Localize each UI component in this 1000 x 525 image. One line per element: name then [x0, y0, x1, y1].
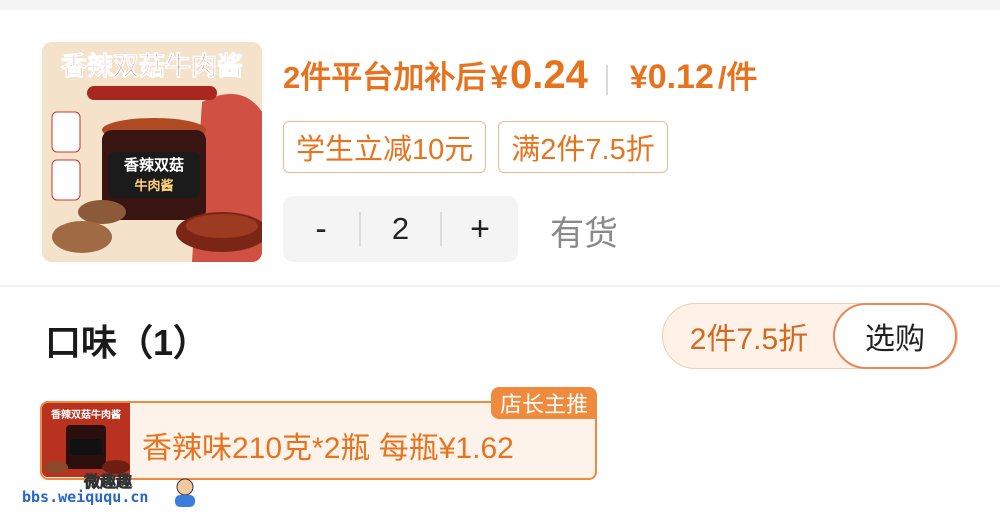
product-jar-icon: 香辣双菇牛肉酱 香辣双菇 牛肉酱	[42, 42, 262, 262]
flavor-section-title: 口味（1）	[45, 322, 210, 363]
thumb-title: 香辣双菇牛肉酱	[51, 408, 121, 421]
unit-price-suffix: /件	[717, 60, 758, 95]
combo-discount-label: 2件7.5折	[689, 323, 809, 356]
recommended-badge: 店长主推	[490, 387, 597, 419]
subsidized-price: 2件平台加补后 ¥ 0.24 ¥ 0.12 /件	[283, 52, 758, 108]
quantity-value[interactable]: 2	[361, 211, 440, 247]
product-image[interactable]: 香辣双菇牛肉酱 香辣双菇 牛肉酱	[42, 42, 262, 262]
svg-text:香辣双菇: 香辣双菇	[124, 156, 184, 174]
svg-text:牛肉酱: 牛肉酱	[134, 178, 173, 194]
watermark-url: bbs.weiququ.cn	[22, 488, 149, 506]
product-image-title: 香辣双菇牛肉酱	[61, 51, 243, 82]
unit-price-value: 0.12	[647, 58, 714, 96]
top-divider	[0, 0, 1000, 10]
increase-button[interactable]: +	[442, 196, 518, 262]
price-currency: ¥	[490, 59, 509, 95]
watermark: 微趣趣 bbs.weiququ.cn	[22, 462, 202, 520]
price-divider	[605, 65, 608, 95]
unit-price-currency: ¥	[629, 59, 648, 95]
flavor-option-label: 香辣味210克*2瓶 每瓶¥1.62	[142, 432, 514, 465]
section-divider	[0, 285, 1000, 287]
quantity-stepper: - 2 +	[283, 196, 518, 262]
stock-status: 有货	[550, 215, 618, 253]
price-value: 0.24	[510, 53, 588, 97]
promo-tag-discount: 满2件7.5折	[498, 121, 668, 173]
decrease-button[interactable]: -	[283, 196, 359, 262]
combo-select: 2件7.5折 选购	[662, 303, 958, 369]
promo-tag-student: 学生立减10元	[283, 121, 487, 173]
mascot-icon	[175, 478, 195, 507]
promo-tags: 学生立减10元 满2件7.5折	[283, 121, 668, 173]
select-purchase-button[interactable]: 选购	[833, 303, 957, 369]
price-prefix: 2件平台加补后	[283, 60, 487, 95]
